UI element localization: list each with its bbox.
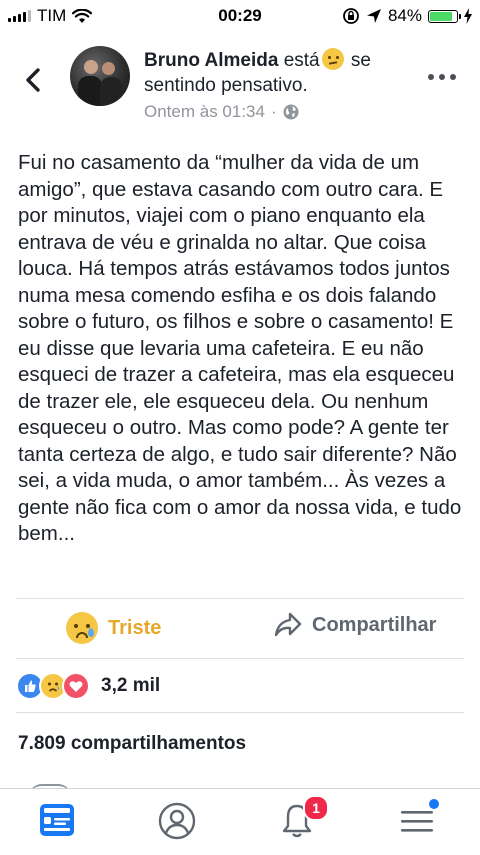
- chevron-left-icon: [26, 68, 40, 92]
- meta-separator: ·: [270, 102, 277, 121]
- globe-icon: [283, 104, 299, 120]
- love-icon: [62, 672, 90, 700]
- shares-count[interactable]: 7.809 compartilhamentos: [18, 733, 246, 755]
- news-feed-icon: [40, 804, 74, 836]
- profile-icon: [158, 802, 196, 840]
- post-timestamp[interactable]: Ontem às 01:34: [144, 102, 265, 122]
- reaction-icons: [16, 672, 90, 700]
- more-options-button[interactable]: [428, 74, 458, 84]
- share-button[interactable]: Compartilhar: [274, 612, 436, 638]
- post-header: Bruno Almeida está se sentindo pensativo…: [0, 36, 480, 126]
- post-meta: Ontem às 01:34 ·: [144, 102, 299, 122]
- nav-profile[interactable]: [157, 801, 201, 843]
- divider: [16, 598, 464, 599]
- rotation-lock-icon: [343, 8, 359, 24]
- author-line: Bruno Almeida está se sentindo pensativo…: [144, 48, 414, 98]
- battery-percent: 84%: [387, 6, 422, 25]
- status-right: 84%: [342, 6, 472, 26]
- back-button[interactable]: [20, 64, 48, 96]
- author-avatar[interactable]: [70, 46, 130, 106]
- bottom-nav: 1: [0, 788, 480, 855]
- reaction-count: 3,2 mil: [101, 675, 161, 696]
- more-dot-icon: [439, 74, 445, 80]
- divider: [16, 658, 464, 659]
- location-arrow-icon: [366, 9, 381, 23]
- divider: [16, 712, 464, 713]
- action-row: Triste Compartilhar: [0, 600, 480, 658]
- charging-bolt-icon: [464, 8, 472, 24]
- more-dot-icon: [450, 74, 456, 80]
- sad-reaction-icon: [66, 612, 98, 644]
- reactions-summary[interactable]: 3,2 mil: [16, 672, 160, 700]
- share-arrow-icon: [274, 612, 302, 637]
- nav-menu[interactable]: [397, 799, 441, 843]
- menu-update-dot: [429, 799, 439, 809]
- nav-notifications[interactable]: 1: [277, 795, 329, 843]
- post-text: Fui no casamento da “mulher da vida de u…: [18, 151, 462, 545]
- reaction-label: Triste: [108, 616, 162, 639]
- share-label: Compartilhar: [312, 613, 437, 636]
- more-dot-icon: [428, 74, 434, 80]
- status-bar: TIM 00:29 84%: [0, 0, 480, 32]
- feeling-prefix: está: [283, 50, 320, 71]
- nav-news-feed[interactable]: [37, 801, 81, 843]
- notification-badge: 1: [303, 795, 329, 821]
- reaction-button[interactable]: Triste: [66, 612, 161, 644]
- author-name[interactable]: Bruno Almeida: [144, 50, 278, 71]
- thinking-face-icon: [321, 48, 344, 70]
- battery-icon: [428, 9, 461, 23]
- battery-level-fill: [430, 11, 452, 21]
